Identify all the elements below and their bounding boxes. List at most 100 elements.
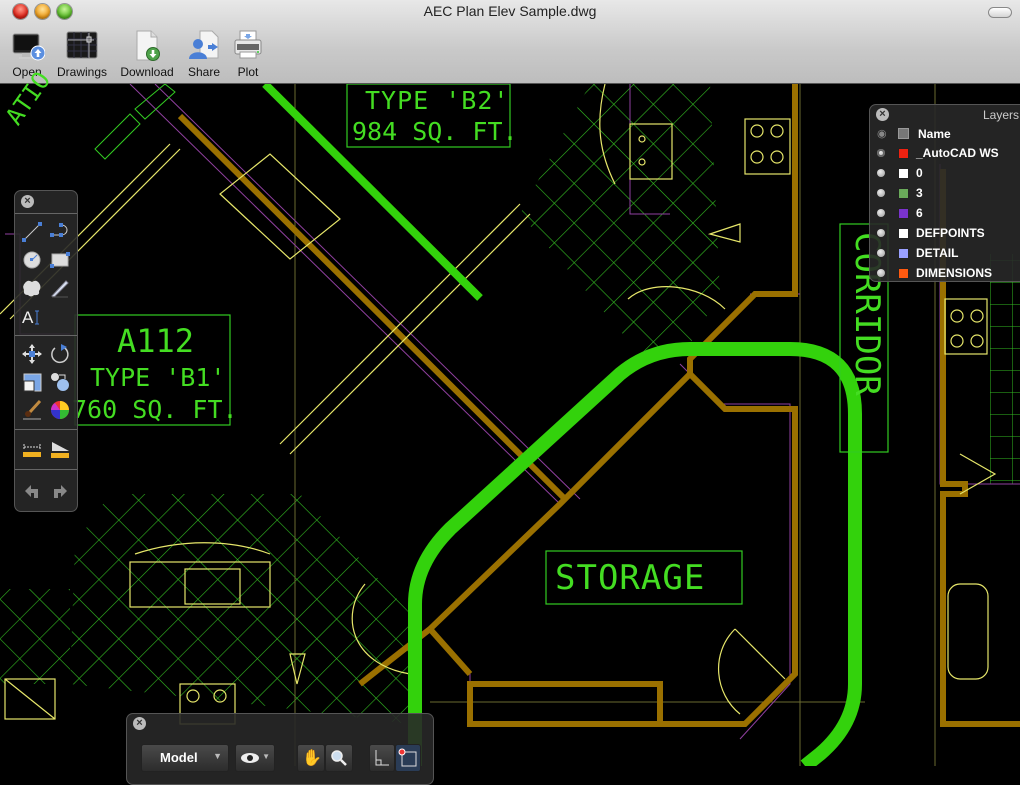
redo-icon [54,485,67,498]
layer-color-swatch[interactable] [898,168,909,179]
download-button[interactable]: Download [118,30,176,79]
undo-button[interactable] [21,481,43,503]
color-column-icon [898,128,909,139]
printer-icon [232,30,264,62]
layers-title: Layers [983,108,1020,122]
brush-icon [23,399,42,420]
ortho-toggle-button[interactable] [369,744,395,772]
layer-color-swatch[interactable] [898,248,909,259]
redo-button[interactable] [49,481,71,503]
measure-area-tool-button[interactable] [49,439,71,461]
rotate-tool-button[interactable] [49,343,71,365]
label-room-a112: A112 [117,322,195,360]
move-tool-button[interactable] [21,343,43,365]
layer-name: _AutoCAD WS [916,146,999,160]
drawings-button[interactable]: Drawings [54,30,110,79]
layer-row[interactable]: DETAIL [870,243,1020,263]
eye-icon [241,753,259,763]
drawing-canvas[interactable]: TYPE 'B2' 984 SQ. FT. A112 TYPE 'B1' 760… [0,67,1020,785]
view-controls-bar: × Model ▼ ▼ ✋ [126,713,434,785]
layer-name: 6 [916,206,923,220]
layer-row[interactable]: DIMENSIONS [870,263,1020,283]
layer-color-swatch[interactable] [898,148,909,159]
chevron-down-icon: ▼ [213,751,222,761]
layers-close-button[interactable]: × [876,108,889,121]
download-document-icon [131,30,163,62]
divider [15,469,77,470]
drawings-grid-icon [66,30,98,62]
layer-visibility-toggle[interactable] [877,209,885,217]
freehand-tool-button[interactable] [49,277,71,299]
rectangle-tool-button[interactable] [49,249,71,271]
area-ruler-icon [51,442,69,458]
text-tool-button[interactable]: A [21,305,43,327]
layers-panel: × Layers ◉ Name _AutoCAD WS 0 3 6 DEFPOI… [869,104,1020,282]
tools-palette: × A [14,190,78,512]
layer-row[interactable]: 0 [870,163,1020,183]
snap-toggle-button[interactable] [395,744,421,772]
divider [15,335,77,336]
color-tool-button[interactable] [49,399,71,421]
snap-icon [398,748,417,767]
zoom-button[interactable] [325,744,353,772]
cloud-tool-button[interactable] [21,277,43,299]
current-layer-indicator-icon[interactable] [877,149,885,157]
polyline-tool-button[interactable] [49,221,71,243]
line-tool-button[interactable] [21,221,43,243]
ruler-icon [23,444,41,457]
label-sqft-b1: 760 SQ. FT. [72,395,238,424]
visibility-eye-icon: ◉ [877,128,887,140]
view-visibility-dropdown[interactable]: ▼ [235,744,275,772]
layer-color-swatch[interactable] [898,228,909,239]
rectangle-icon [50,252,70,268]
layer-visibility-toggle[interactable] [877,189,885,197]
copy-tool-button[interactable] [49,371,71,393]
kitchen-tile-hatch-top [520,84,720,354]
layer-visibility-toggle[interactable] [877,269,885,277]
circle-tool-button[interactable] [21,249,43,271]
polyline-icon [50,223,68,237]
layer-row[interactable]: 6 [870,203,1020,223]
layer-row[interactable]: _AutoCAD WS [870,143,1020,163]
layer-visibility-toggle[interactable] [877,169,885,177]
closet-tile-hatch [0,589,70,684]
plot-label: Plot [237,65,259,79]
layer-name: 0 [916,166,923,180]
layer-name: DEFPOINTS [916,226,985,240]
text-icon: A [22,308,39,327]
layer-row[interactable]: DEFPOINTS [870,223,1020,243]
label-storage: STORAGE [555,558,706,598]
share-button[interactable]: Share [184,30,224,79]
scale-tool-button[interactable] [21,371,43,393]
layer-visibility-toggle[interactable] [877,229,885,237]
layers-header: ◉ Name [870,125,1020,143]
view-bar-close-button[interactable]: × [133,717,146,730]
layer-color-swatch[interactable] [898,188,909,199]
revision-cloud-icon [23,280,41,297]
model-space-dropdown[interactable]: Model ▼ [141,744,229,772]
divider [15,213,77,214]
share-label: Share [187,65,221,79]
cad-drawing [0,84,1020,766]
download-label: Download [120,65,174,79]
toolbar-toggle-button[interactable] [988,7,1012,18]
wall-hatch [94,84,176,160]
plot-button[interactable]: Plot [232,30,264,79]
window-titlebar: AEC Plan Elev Sample.dwg Open Drawings D… [0,0,1020,84]
pan-button[interactable]: ✋ [297,744,325,772]
bath-tile-grid [990,254,1020,484]
layer-row[interactable]: 3 [870,183,1020,203]
layer-visibility-toggle[interactable] [877,249,885,257]
layer-color-swatch[interactable] [898,268,909,279]
circle-icon [23,251,41,269]
divider [15,429,77,430]
scale-icon [23,373,42,392]
tools-close-button[interactable]: × [21,195,34,208]
layer-name: DETAIL [916,246,959,260]
measure-distance-tool-button[interactable] [21,439,43,461]
rotate-icon [51,344,69,364]
layer-color-swatch[interactable] [898,208,909,219]
brush-tool-button[interactable] [21,399,43,421]
svg-text:A: A [22,308,34,327]
magnifier-icon [331,750,347,766]
